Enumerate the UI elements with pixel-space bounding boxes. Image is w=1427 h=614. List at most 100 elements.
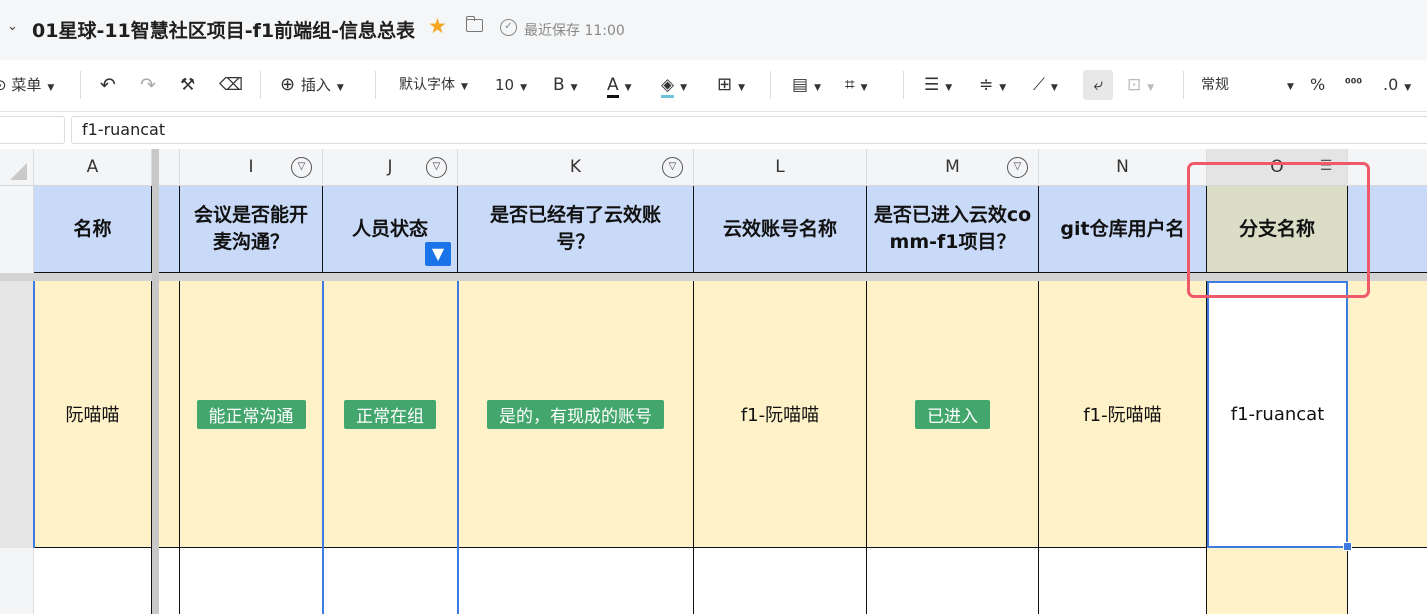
toolbar-divider — [770, 71, 771, 99]
empty-cell[interactable] — [458, 548, 694, 614]
bold-label: B — [553, 75, 565, 95]
empty-cell[interactable] — [159, 548, 180, 614]
cell-status[interactable]: 正常在组 — [323, 281, 458, 548]
column-header-i[interactable]: I ▽ — [180, 149, 323, 186]
empty-cell[interactable] — [867, 548, 1039, 614]
wrap-text-icon[interactable]: ⤶ — [1083, 70, 1113, 100]
paint-bucket-icon: ◈ — [661, 75, 675, 98]
decimal-button[interactable]: .0 ▼ — [1383, 74, 1411, 99]
cell-name[interactable]: 阮喵喵 — [34, 281, 152, 548]
empty-cell[interactable] — [34, 548, 152, 614]
percent-button[interactable]: % — [1310, 74, 1325, 96]
empty-cell[interactable] — [694, 548, 867, 614]
caret-down-icon: ▼ — [624, 83, 632, 93]
header-cell-status[interactable]: 人员状态 ▼ — [323, 186, 458, 273]
cell-account-name[interactable]: f1-阮喵喵 — [694, 281, 867, 548]
filter-dropdown-icon[interactable]: ▽ — [426, 157, 447, 178]
insert-label: 插入 — [300, 76, 331, 94]
row-header-3[interactable] — [0, 548, 34, 614]
frozen-column-divider[interactable] — [152, 149, 159, 614]
caret-down-icon: ▼ — [520, 83, 528, 93]
merge-cells-button[interactable]: ⊡ ▼ — [1127, 74, 1154, 99]
empty-cell[interactable] — [323, 548, 458, 614]
bold-button[interactable]: B ▼ — [553, 74, 578, 99]
header-cell-name[interactable]: 名称 — [34, 186, 152, 273]
column-header-hidden[interactable] — [159, 149, 180, 186]
text-rotate-button[interactable]: ⟋ ▼ — [1033, 74, 1058, 99]
column-header-m[interactable]: M ▽ — [867, 149, 1039, 186]
highlight-annotation — [1187, 162, 1370, 298]
freeze-button[interactable]: ▤ ▼ — [792, 74, 821, 99]
document-title[interactable]: 01星球-11智慧社区项目-f1前端组-信息总表 — [32, 16, 415, 43]
font-family-select[interactable]: 默认字体 ▼ — [399, 74, 468, 98]
cell-size-button[interactable]: ⌗ ▼ — [845, 74, 868, 99]
format-painter-icon[interactable]: ⚒ — [180, 74, 195, 96]
column-header-j[interactable]: J ▽ — [323, 149, 458, 186]
caret-down-icon: ▼ — [945, 83, 953, 93]
cell-can-talk[interactable]: 能正常沟通 — [180, 281, 323, 548]
empty-cell[interactable] — [1207, 548, 1348, 614]
border-button[interactable]: ⊞ ▼ — [717, 74, 745, 99]
horizontal-align-button[interactable]: ☰ ▼ — [924, 74, 952, 99]
font-size-select[interactable]: 10 ▼ — [495, 74, 527, 99]
cell-joined-project[interactable]: 已进入 — [867, 281, 1039, 548]
menu-button[interactable]: ⊙ 菜单 ▼ — [0, 74, 54, 99]
filter-dropdown-icon[interactable]: ▽ — [662, 157, 683, 178]
row-header-1[interactable] — [0, 186, 34, 273]
formula-bar: f1-ruancat — [0, 112, 1427, 148]
toolbar-divider — [903, 71, 904, 99]
column-header-n[interactable]: N — [1039, 149, 1207, 186]
rotate-text-icon: ⟋ — [1033, 75, 1045, 95]
empty-cell[interactable] — [1039, 548, 1207, 614]
row-header-2[interactable] — [0, 281, 34, 548]
fill-handle[interactable] — [1343, 542, 1352, 551]
align-icon: ☰ — [924, 75, 940, 95]
active-filter-icon[interactable]: ▼ — [425, 242, 451, 266]
column-letter: M — [945, 157, 960, 177]
header-cell-hidden[interactable] — [159, 186, 180, 273]
header-cell-has-account[interactable]: 是否已经有了云效账号？ — [458, 186, 694, 273]
select-all-corner[interactable] — [0, 149, 34, 186]
column-header-l[interactable]: L — [694, 149, 867, 186]
number-format-select[interactable]: 常规 ▼ — [1201, 74, 1294, 98]
filter-dropdown-icon[interactable]: ▽ — [1007, 157, 1028, 178]
font-family-value: 默认字体 — [399, 77, 455, 93]
column-header-k[interactable]: K ▽ — [458, 149, 694, 186]
header-cell-joined-project[interactable]: 是否已进入云效comm-f1项目？ — [867, 186, 1039, 273]
redo-icon[interactable]: ↷ — [140, 74, 156, 96]
cell-hidden[interactable] — [159, 281, 180, 548]
empty-cell[interactable] — [180, 548, 323, 614]
font-color-button[interactable]: A ▼ — [607, 74, 632, 99]
filter-dropdown-icon[interactable]: ▽ — [291, 157, 312, 178]
column-header-a[interactable]: A — [34, 149, 152, 186]
caret-down-icon: ▼ — [1287, 82, 1294, 92]
chevron-down-icon[interactable]: ⌄ — [7, 19, 18, 34]
caret-down-icon: ▼ — [1050, 83, 1058, 93]
save-status: 最近保存 11:00 — [524, 23, 625, 39]
caret-down-icon: ▼ — [570, 83, 578, 93]
caret-down-icon: ▼ — [738, 83, 746, 93]
insert-button[interactable]: ⊕ 插入 ▼ — [280, 74, 344, 99]
toolbar: ⊙ 菜单 ▼ ↶ ↷ ⚒ ⌫ ⊕ 插入 ▼ 默认字体 ▼ 10 ▼ B ▼ A ▼ ◈ ▼ ⊞… — [0, 60, 1427, 112]
header-cell-can-talk[interactable]: 会议是否能开麦沟通？ — [180, 186, 323, 273]
cell-reference-box[interactable] — [0, 116, 65, 144]
title-bar: ⌄ 01星球-11智慧社区项目-f1前端组-信息总表 ★ ✓ 最近保存 11:0… — [0, 0, 1427, 60]
folder-icon[interactable] — [465, 16, 483, 32]
caret-down-icon: ▼ — [1404, 83, 1412, 93]
formula-input[interactable]: f1-ruancat — [71, 116, 1427, 144]
cell-next[interactable] — [1348, 281, 1427, 548]
filter-column-edge — [457, 281, 459, 614]
active-cell-branch[interactable]: f1-ruancat — [1207, 281, 1348, 548]
column-letter: J — [387, 157, 393, 177]
undo-icon[interactable]: ↶ — [100, 74, 116, 96]
fill-color-button[interactable]: ◈ ▼ — [661, 74, 687, 99]
thousands-button[interactable]: ⁰⁰⁰ — [1345, 74, 1362, 96]
cell-git-user[interactable]: f1-阮喵喵 — [1039, 281, 1207, 548]
empty-cell[interactable] — [1348, 548, 1427, 614]
header-cell-git-user[interactable]: git仓库用户名 — [1039, 186, 1207, 273]
eraser-icon[interactable]: ⌫ — [219, 74, 243, 96]
header-cell-account-name[interactable]: 云效账号名称 — [694, 186, 867, 273]
star-icon[interactable]: ★ — [428, 14, 447, 38]
cell-has-account[interactable]: 是的，有现成的账号 — [458, 281, 694, 548]
vertical-align-button[interactable]: ≑ ▼ — [979, 74, 1006, 99]
